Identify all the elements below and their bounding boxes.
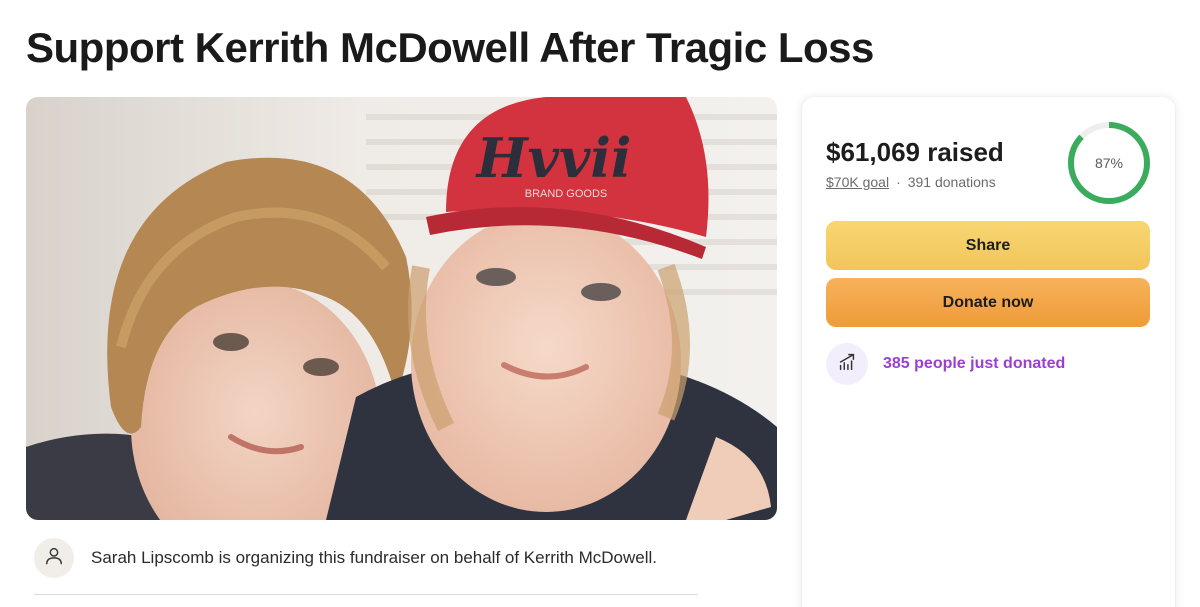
avatar[interactable]	[34, 538, 74, 578]
progress-ring: 87%	[1066, 120, 1152, 206]
recent-donations[interactable]: 385 people just donated	[826, 343, 1065, 385]
organizer-text: Sarah Lipscomb is organizing this fundra…	[91, 548, 657, 567]
cap-logo-text: Hvvii	[475, 126, 632, 190]
recent-donations-text[interactable]: 385 people just donated	[883, 355, 1065, 373]
trend-badge	[826, 343, 868, 385]
campaign-photo: Hvvii BRAND GOODS	[26, 97, 777, 520]
meta-separator: ·	[896, 174, 901, 190]
person-icon	[43, 545, 65, 572]
donation-count: 391 donations	[907, 174, 996, 190]
page-title: Support Kerrith McDowell After Tragic Lo…	[26, 24, 874, 71]
share-button[interactable]: Share	[826, 221, 1150, 270]
organizer-row: Sarah Lipscomb is organizing this fundra…	[34, 538, 714, 578]
donate-now-button[interactable]: Donate now	[826, 278, 1150, 327]
divider	[34, 594, 698, 595]
trending-up-icon	[836, 351, 858, 378]
cap-logo-subtext: BRAND GOODS	[525, 188, 608, 200]
goal-meta: $70K goal · 391 donations	[826, 174, 996, 190]
campaign-photo-illustration: Hvvii BRAND GOODS	[26, 97, 777, 520]
progress-label: 87%	[1094, 155, 1124, 171]
goal-link[interactable]: $70K goal	[826, 174, 889, 190]
donation-sidebar: $61,069 raised $70K goal · 391 donations 8…	[802, 97, 1175, 607]
amount-raised: $61,069 raised	[826, 137, 1004, 167]
